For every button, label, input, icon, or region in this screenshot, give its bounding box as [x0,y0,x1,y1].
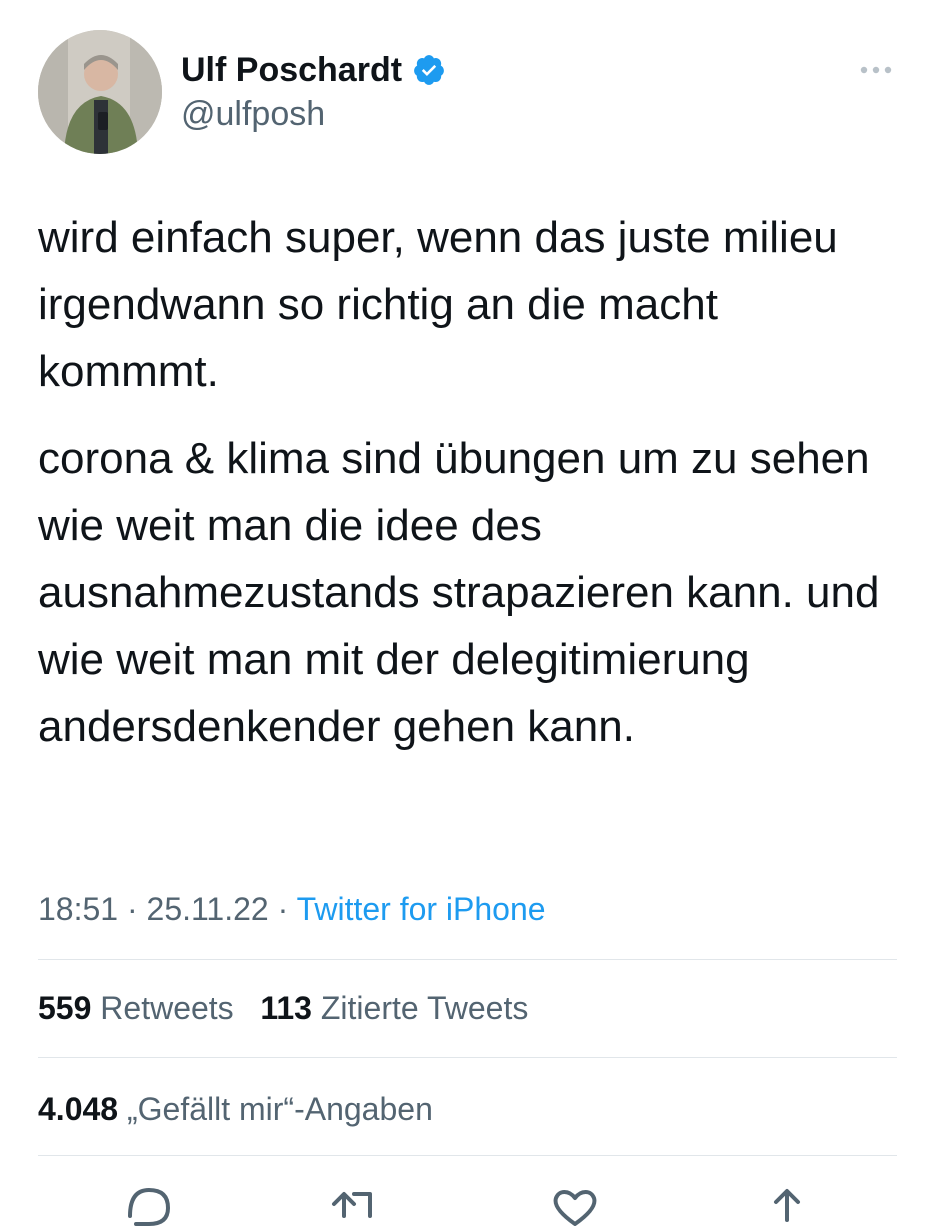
quotes-count: 113 [260,990,312,1026]
tweet-date[interactable]: 25.11.22 [147,891,269,927]
tweet-paragraph-1: wird einfach super, wenn das juste milie… [38,213,838,396]
tweet-time[interactable]: 18:51 [38,891,118,927]
likes-stat[interactable]: 4.048 „Gefällt mir“-Angaben [38,1091,433,1127]
author-display-name[interactable]: Ulf Poschardt [181,50,402,90]
meta-separator: · [277,891,289,927]
retweets-stat[interactable]: 559 Retweets [38,990,234,1026]
retweets-label: Retweets [100,990,234,1026]
reply-icon[interactable] [122,1186,176,1226]
divider [38,1155,897,1156]
tweet-paragraph-2: corona & klima sind übungen um zu sehen … [38,434,880,751]
likes-count: 4.048 [38,1091,119,1127]
verified-badge-icon [412,53,446,87]
retweets-count: 559 [38,990,92,1026]
avatar[interactable] [38,30,162,154]
author-handle[interactable]: @ulfposh [181,94,325,134]
tweet-action-bar [0,1176,935,1226]
likes-label: „Gefällt mir“-Angaben [126,1091,433,1127]
tweet-text: wird einfach super, wenn das juste milie… [38,204,908,780]
stats-row-likes: 4.048 „Gefällt mir“-Angaben [38,1088,433,1130]
share-icon[interactable] [760,1186,814,1226]
meta-separator: · [126,891,138,927]
heart-icon[interactable] [548,1186,602,1226]
quotes-label: Zitierte Tweets [320,990,529,1026]
stats-row-retweets: 559 Retweets 113 Zitierte Tweets [38,987,528,1029]
author-display-name-row[interactable]: Ulf Poschardt [181,50,446,90]
quotes-stat[interactable]: 113 Zitierte Tweets [260,990,528,1026]
divider [38,1057,897,1058]
retweet-icon[interactable] [330,1186,384,1226]
tweet-meta: 18:51 · 25.11.22 · Twitter for iPhone [38,888,546,930]
tweet-source-link[interactable]: Twitter for iPhone [297,891,546,927]
more-options-icon[interactable] [856,58,896,82]
avatar-image [38,30,162,154]
divider [38,959,897,960]
